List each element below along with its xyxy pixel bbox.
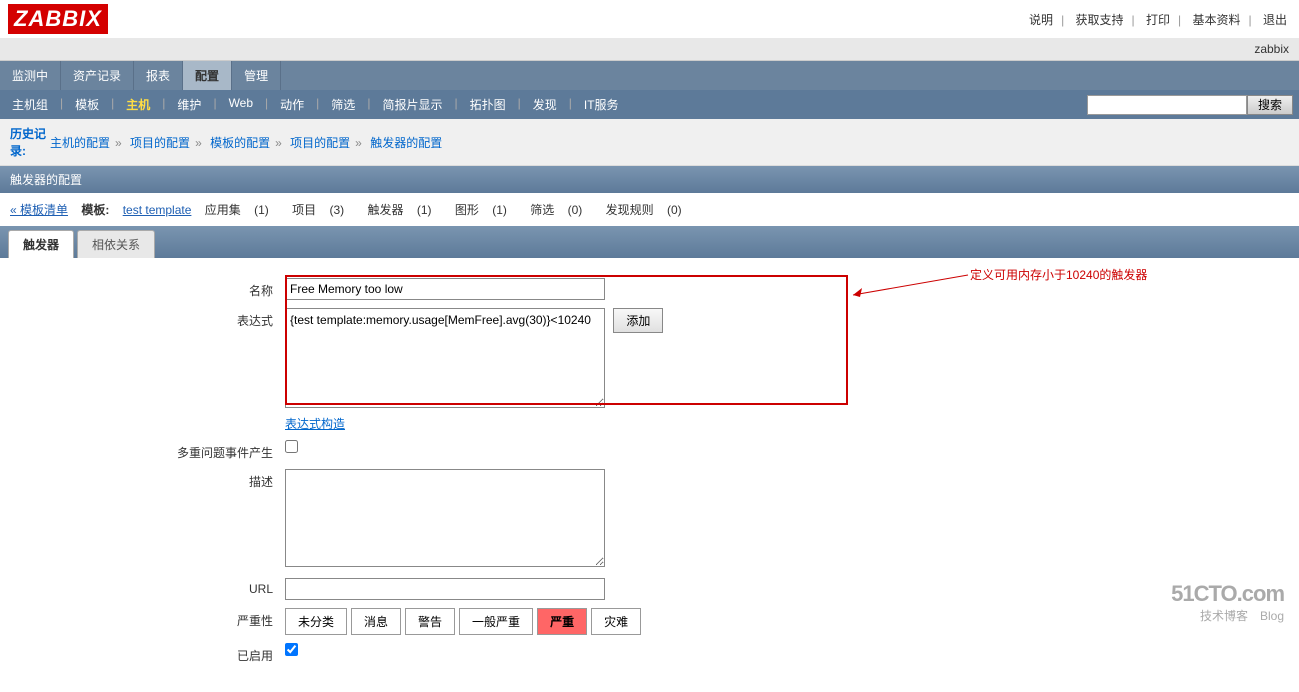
subnav-discovery[interactable]: 发现规则 bbox=[606, 203, 654, 217]
nav2-web[interactable]: Web bbox=[217, 90, 265, 119]
expression-textarea[interactable]: {test template:memory.usage[MemFree].avg… bbox=[285, 308, 605, 408]
url-input[interactable] bbox=[285, 578, 605, 600]
nav1-inventory[interactable]: 资产记录 bbox=[61, 61, 134, 90]
severity-average[interactable]: 一般严重 bbox=[459, 608, 533, 635]
nav2-hosts[interactable]: 主机 bbox=[114, 90, 162, 119]
nav1-admin[interactable]: 管理 bbox=[232, 61, 281, 90]
crumb-1[interactable]: 项目的配置 bbox=[130, 136, 190, 150]
subnav-items[interactable]: 项目 bbox=[292, 203, 316, 217]
top-links: 说明| 获取支持| 打印| 基本资料| 退出 bbox=[1025, 11, 1291, 28]
name-input[interactable] bbox=[285, 278, 605, 300]
expression-label: 表达式 bbox=[10, 308, 285, 329]
crumb-4[interactable]: 触发器的配置 bbox=[370, 136, 442, 150]
user-bar: zabbix bbox=[0, 38, 1299, 61]
enabled-label: 已启用 bbox=[10, 643, 285, 664]
logout-link[interactable]: 退出 bbox=[1263, 13, 1287, 27]
tab-trigger[interactable]: 触发器 bbox=[8, 230, 74, 258]
severity-label: 严重性 bbox=[10, 608, 285, 629]
nav2-hostgroups[interactable]: 主机组 bbox=[0, 90, 60, 119]
nav1-monitoring[interactable]: 监测中 bbox=[0, 61, 61, 90]
severity-not-classified[interactable]: 未分类 bbox=[285, 608, 347, 635]
annotation-text: 定义可用内存小于10240的触发器 bbox=[970, 266, 1147, 283]
print-link[interactable]: 打印 bbox=[1146, 13, 1170, 27]
add-expression-button[interactable]: 添加 bbox=[613, 308, 663, 333]
name-label: 名称 bbox=[10, 278, 285, 299]
subnav-triggers[interactable]: 触发器 bbox=[368, 203, 404, 217]
crumb-0[interactable]: 主机的配置 bbox=[50, 136, 110, 150]
url-label: URL bbox=[10, 578, 285, 596]
severity-warning[interactable]: 警告 bbox=[405, 608, 455, 635]
template-subnav: « 模板清单 模板: test template 应用集 (1) 项目 (3) … bbox=[0, 193, 1299, 226]
nav2-filter[interactable]: 筛选 bbox=[319, 90, 367, 119]
primary-nav: 监测中 资产记录 报表 配置 管理 bbox=[0, 61, 1299, 90]
zabbix-logo: ZABBIX bbox=[8, 4, 108, 34]
description-textarea[interactable] bbox=[285, 469, 605, 567]
nav1-configuration[interactable]: 配置 bbox=[183, 61, 232, 90]
nav2-discovery[interactable]: 发现 bbox=[521, 90, 569, 119]
tabs: 触发器 相依关系 bbox=[0, 226, 1299, 258]
description-label: 描述 bbox=[10, 469, 285, 490]
subnav-graphs[interactable]: 图形 bbox=[455, 203, 479, 217]
nav1-reports[interactable]: 报表 bbox=[134, 61, 183, 90]
severity-disaster[interactable]: 灾难 bbox=[591, 608, 641, 635]
back-to-templates[interactable]: « 模板清单 bbox=[10, 203, 68, 217]
history-label: 历史记录: bbox=[10, 125, 50, 159]
severity-information[interactable]: 消息 bbox=[351, 608, 401, 635]
nav2-templates[interactable]: 模板 bbox=[63, 90, 111, 119]
help-link[interactable]: 说明 bbox=[1029, 13, 1053, 27]
nav2-slideshow[interactable]: 简报片显示 bbox=[370, 90, 454, 119]
crumb-3[interactable]: 项目的配置 bbox=[290, 136, 350, 150]
support-link[interactable]: 获取支持 bbox=[1076, 13, 1124, 27]
enabled-checkbox[interactable] bbox=[285, 643, 298, 656]
subnav-screens[interactable]: 筛选 bbox=[530, 203, 554, 217]
subnav-applications[interactable]: 应用集 bbox=[205, 203, 241, 217]
tab-dependencies[interactable]: 相依关系 bbox=[77, 230, 155, 258]
template-label: 模板: bbox=[81, 203, 109, 217]
profile-link[interactable]: 基本资料 bbox=[1193, 13, 1241, 27]
watermark: 51CTO.com 技术博客 Blog bbox=[1171, 581, 1284, 624]
nav2-maps[interactable]: 拓扑图 bbox=[458, 90, 518, 119]
expression-builder-link[interactable]: 表达式构造 bbox=[285, 415, 345, 432]
template-name-link[interactable]: test template bbox=[123, 203, 192, 217]
secondary-nav: 主机组| 模板| 主机| 维护| Web| 动作| 筛选| 简报片显示| 拓扑图… bbox=[0, 90, 631, 119]
crumb-2[interactable]: 模板的配置 bbox=[210, 136, 270, 150]
multiple-events-checkbox[interactable] bbox=[285, 440, 298, 453]
severity-high[interactable]: 严重 bbox=[537, 608, 587, 635]
multiple-events-label: 多重问题事件产生 bbox=[10, 440, 285, 461]
nav2-itservices[interactable]: IT服务 bbox=[572, 90, 631, 119]
page-title: 触发器的配置 bbox=[0, 166, 1299, 193]
nav2-actions[interactable]: 动作 bbox=[268, 90, 316, 119]
nav2-maintenance[interactable]: 维护 bbox=[165, 90, 213, 119]
search-button[interactable]: 搜索 bbox=[1247, 95, 1293, 115]
breadcrumb: 主机的配置» 项目的配置» 模板的配置» 项目的配置» 触发器的配置 bbox=[50, 134, 442, 151]
search-input[interactable] bbox=[1087, 95, 1247, 115]
